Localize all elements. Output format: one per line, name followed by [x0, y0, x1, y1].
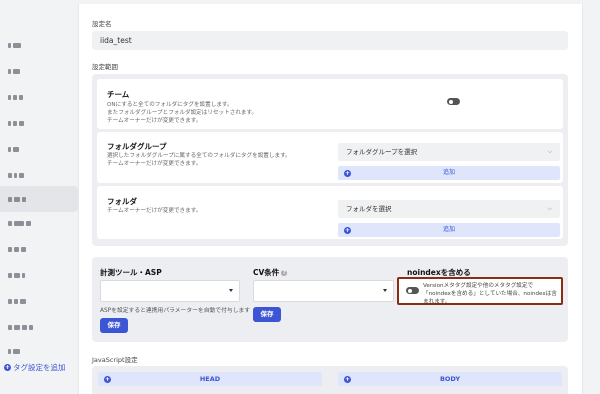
team-toggle[interactable]: [447, 98, 460, 105]
folder-desc: チームオーナーだけが変更できます。: [107, 207, 201, 215]
plus-icon: +: [4, 364, 11, 371]
team-desc-line: ONにすると全てのフォルダにタグを設置します。: [107, 102, 233, 108]
tool-note: ASPを設定すると連携用パラメーターを自動で付与します: [100, 308, 251, 314]
team-title: チーム: [107, 90, 130, 99]
cv-condition-select[interactable]: [253, 280, 394, 302]
folder-group-select[interactable]: フォルダグループを選択 ⌵: [338, 143, 560, 161]
sidebar-item[interactable]: [8, 324, 33, 330]
name-label: 設定名: [92, 20, 112, 28]
sidebar-item[interactable]: [8, 272, 25, 278]
head-label: HEAD: [199, 375, 221, 383]
body-add-button[interactable]: + BODY: [338, 372, 562, 386]
folder-select-value: フォルダを選択: [346, 205, 392, 213]
folder-title: フォルダ: [107, 197, 137, 206]
chevron-down-icon: ⌵: [547, 205, 552, 212]
folder-add-button[interactable]: + 追加: [338, 223, 560, 237]
folder-group-card: フォルダグループ 選択したフォルダグループに属する全てのフォルダにタグを設置しま…: [97, 132, 563, 183]
folder-group-select-value: フォルダグループを選択: [346, 148, 418, 156]
folder-add-label: 追加: [442, 226, 455, 233]
folder-group-add-label: 追加: [442, 169, 455, 176]
tool-asp-select[interactable]: [100, 280, 240, 302]
folder-group-title: フォルダグループ: [107, 142, 167, 151]
scope-label: 設定範囲: [92, 63, 118, 71]
caret-down-icon: [383, 289, 387, 292]
folder-group-desc: 選択したフォルダグループに属する全てのフォルダにタグを設置します。 チームオーナ…: [107, 152, 291, 168]
sidebar-item[interactable]: [8, 68, 20, 74]
scope-box: チーム ONにすると全てのフォルダにタグを設置します。 またフォルダグループとフ…: [92, 74, 568, 246]
tool-title: 計測ツール・ASP: [100, 268, 162, 277]
plus-icon: +: [104, 375, 111, 383]
help-icon[interactable]: ?: [281, 270, 288, 276]
folder-select[interactable]: フォルダを選択 ⌵: [338, 200, 560, 218]
team-card: チーム ONにすると全てのフォルダにタグを設置します。 またフォルダグループとフ…: [97, 79, 563, 129]
sidebar-item[interactable]: [8, 298, 26, 304]
main-panel: 設定名 iida_test 設定範囲 チーム ONにすると全てのフォルダにタグを…: [78, 4, 583, 394]
team-desc-line: チームオーナーだけが変更できます。: [107, 118, 202, 124]
plus-icon: +: [344, 169, 351, 177]
tool-save-button[interactable]: 保存: [100, 318, 128, 333]
sidebar-item[interactable]: [8, 146, 19, 152]
add-tag-setting-label: タグ設定を追加: [13, 363, 66, 372]
sidebar: + タグ設定を追加: [0, 0, 78, 394]
sidebar-item[interactable]: [8, 220, 31, 226]
sidebar-item[interactable]: [8, 348, 20, 354]
folder-group-desc-line: 選択したフォルダグループに属する全てのフォルダにタグを設置します。: [107, 153, 291, 159]
cv-title-wrap: CV条件?: [253, 267, 288, 278]
name-input[interactable]: iida_test: [92, 31, 568, 50]
caret-down-icon: [229, 289, 233, 292]
head-add-button[interactable]: + HEAD: [98, 372, 322, 386]
cv-title: CV条件: [253, 268, 280, 277]
folder-card: フォルダ チームオーナーだけが変更できます。 フォルダを選択 ⌵ + 追加: [97, 186, 563, 239]
sidebar-item[interactable]: [8, 120, 24, 126]
noindex-toggle[interactable]: [406, 287, 419, 294]
folder-desc-line: チームオーナーだけが変更できます。: [107, 208, 202, 214]
plus-icon: +: [344, 375, 351, 383]
sidebar-item[interactable]: [8, 172, 24, 178]
js-box: + HEAD + BODY: [92, 366, 568, 394]
sidebar-item[interactable]: [8, 94, 23, 100]
add-tag-setting-link[interactable]: + タグ設定を追加: [4, 362, 66, 373]
team-desc-line: またフォルダグループとフォルダ設定はリセットされます。: [107, 110, 258, 116]
noindex-box: Versionメタタグ設定や他のメタタグ設定で「noindexを含める」としてい…: [397, 277, 563, 305]
plus-icon: +: [344, 226, 351, 234]
js-label: JavaScript設定: [92, 356, 138, 364]
noindex-text: Versionメタタグ設定や他のメタタグ設定で「noindexを含める」としてい…: [423, 283, 557, 305]
sidebar-item[interactable]: [8, 196, 26, 202]
body-label: BODY: [439, 375, 461, 383]
folder-group-desc-line: チームオーナーだけが変更できます。: [107, 161, 202, 167]
cv-save-button[interactable]: 保存: [253, 307, 281, 322]
folder-group-add-button[interactable]: + 追加: [338, 166, 560, 180]
sidebar-item[interactable]: [8, 42, 21, 48]
chevron-down-icon: ⌵: [547, 148, 552, 155]
team-desc: ONにすると全てのフォルダにタグを設置します。 またフォルダグループとフォルダ設…: [107, 101, 257, 125]
sidebar-item[interactable]: [8, 246, 26, 252]
tool-settings-box: 計測ツール・ASP ASPを設定すると連携用パラメーターを自動で付与します 保存…: [92, 257, 568, 342]
